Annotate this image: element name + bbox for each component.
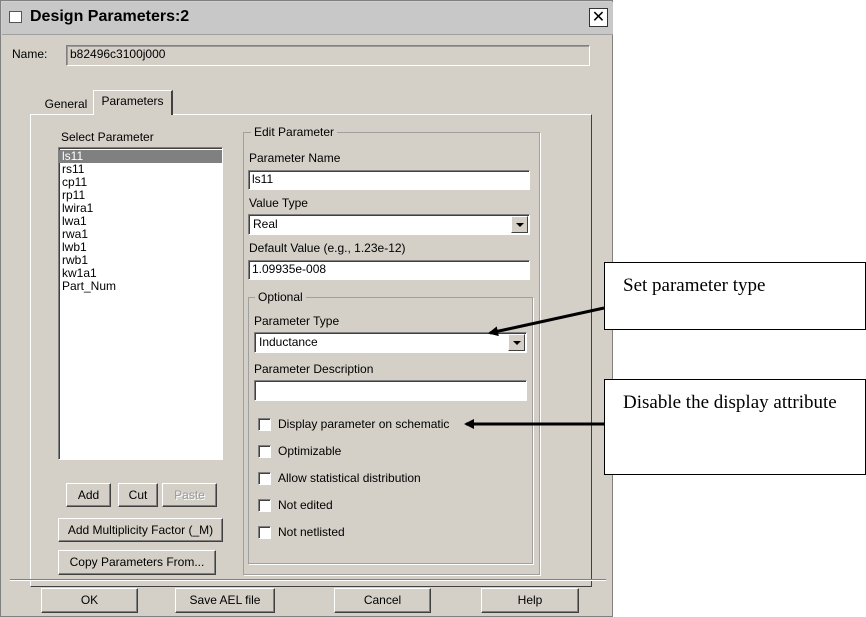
arrow-to-parameter-type — [488, 306, 605, 337]
tab-parameters[interactable]: Parameters — [93, 90, 173, 115]
